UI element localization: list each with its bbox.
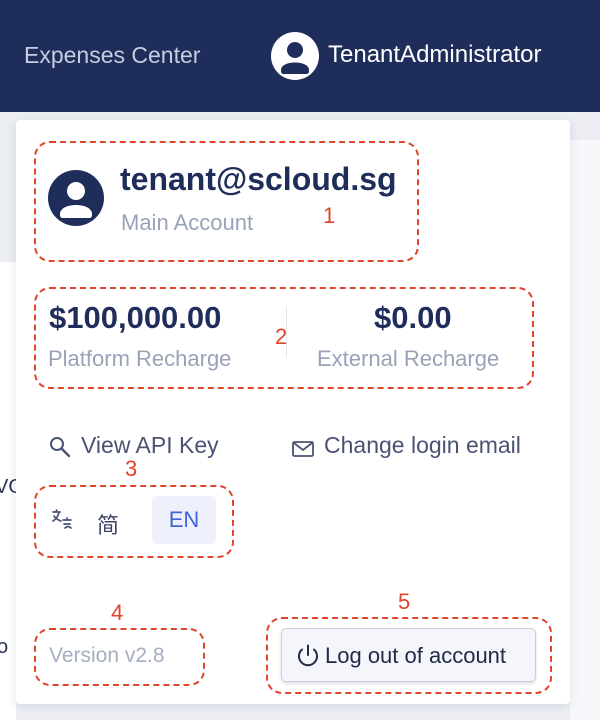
- account-type: Main Account: [121, 210, 254, 235]
- logout-button[interactable]: Log out of account: [281, 628, 536, 682]
- language-option-zh[interactable]: 简: [97, 508, 119, 540]
- balance-divider: [286, 306, 287, 358]
- account-email: tenant@scloud.sg: [120, 161, 397, 197]
- annotation-label-5: 5: [398, 589, 411, 614]
- external-recharge-amount: $0.00: [374, 300, 452, 335]
- power-icon: [295, 643, 321, 674]
- external-recharge-label: External Recharge: [317, 346, 500, 371]
- annotation-label-4: 4: [111, 600, 124, 625]
- platform-recharge-amount: $100,000.00: [49, 300, 222, 335]
- change-login-email-label: Change login email: [324, 432, 521, 458]
- account-avatar-icon: [48, 170, 104, 226]
- view-api-key-label: View API Key: [81, 432, 219, 458]
- app-title[interactable]: Expenses Center: [24, 42, 200, 69]
- user-name[interactable]: TenantAdministrator: [328, 41, 541, 69]
- background-card: [570, 140, 600, 720]
- translate-icon: [50, 508, 74, 537]
- annotation-label-1: 1: [323, 203, 336, 228]
- search-key-icon: [48, 435, 72, 465]
- logout-label: Log out of account: [325, 643, 507, 668]
- background-text: o: [0, 636, 9, 658]
- top-navigation-bar: Expenses Center TenantAdministrator: [0, 0, 600, 112]
- change-login-email-link[interactable]: Change login email: [292, 432, 542, 460]
- platform-recharge-label: Platform Recharge: [48, 346, 232, 371]
- user-avatar-icon[interactable]: [271, 32, 319, 80]
- language-option-en[interactable]: EN: [152, 496, 216, 544]
- version-text: Version v2.8: [49, 644, 165, 667]
- mail-icon: [292, 437, 314, 464]
- view-api-key-link[interactable]: View API Key: [48, 432, 238, 460]
